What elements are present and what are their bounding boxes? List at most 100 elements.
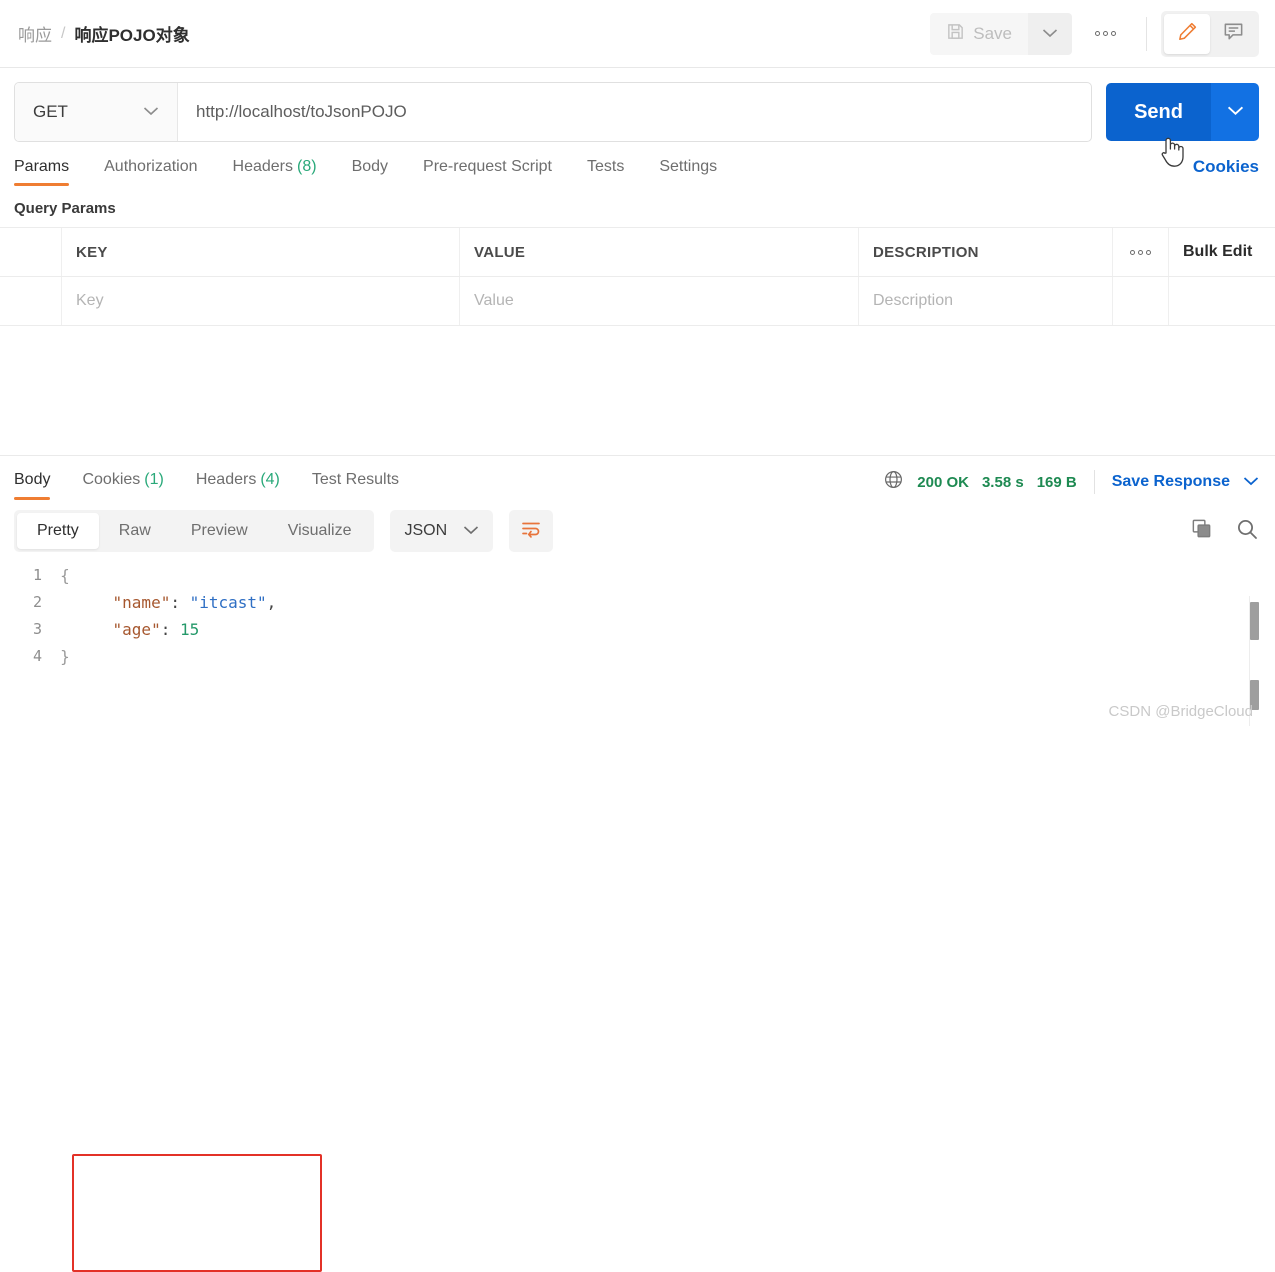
fold-marker[interactable]: }	[56, 643, 74, 670]
row-key-input[interactable]: Key	[62, 277, 460, 325]
params-more-button[interactable]	[1113, 228, 1169, 276]
response-tab-test-results[interactable]: Test Results	[312, 471, 399, 500]
breadcrumb-parent[interactable]: 响应	[18, 21, 52, 46]
breadcrumb-current: 响应POJO对象	[74, 26, 190, 45]
response-tabs: Body Cookies (1) Headers (4) Test Results …	[0, 456, 1275, 502]
code-line-content: "name": "itcast",	[112, 593, 277, 612]
save-button[interactable]: Save	[930, 12, 1028, 55]
bulk-edit-button[interactable]: Bulk Edit	[1169, 228, 1275, 276]
tab-settings-label: Settings	[659, 158, 718, 175]
view-mode-visualize[interactable]: Visualize	[268, 513, 372, 549]
response-tab-headers[interactable]: Headers (4)	[196, 471, 280, 500]
response-tab-cookies[interactable]: Cookies (1)	[82, 471, 163, 500]
comment-icon	[1222, 20, 1245, 48]
send-dropdown-button[interactable]	[1211, 83, 1259, 141]
chevron-down-icon	[1042, 25, 1058, 43]
http-method-label: GET	[33, 102, 68, 121]
tab-params-label: Params	[14, 158, 70, 175]
chevron-down-icon	[463, 522, 479, 540]
tab-pre-request-script[interactable]: Pre-request Script	[423, 152, 552, 186]
query-params-table: KEY VALUE DESCRIPTION Bulk Edit Key Valu…	[0, 227, 1275, 326]
cookies-link[interactable]: Cookies	[1193, 157, 1259, 177]
url-input[interactable]: http://localhost/toJsonPOJO	[178, 83, 1091, 141]
tab-authorization-label: Authorization	[104, 158, 198, 175]
chevron-down-icon	[143, 103, 159, 121]
response-view-mode-group: Pretty Raw Preview Visualize	[14, 510, 375, 552]
code-line: 1 {	[0, 562, 1275, 589]
line-number: 1	[32, 566, 42, 584]
tab-params[interactable]: Params	[14, 152, 70, 186]
view-mode-preview[interactable]: Preview	[171, 513, 268, 549]
table-header-row: KEY VALUE DESCRIPTION Bulk Edit	[0, 228, 1275, 277]
chevron-down-icon	[1227, 103, 1244, 121]
scrollbar-thumb[interactable]	[1250, 602, 1259, 640]
annotation-highlight-rect	[72, 1154, 322, 1272]
line-number: 3	[32, 620, 42, 638]
response-toolbar: Pretty Raw Preview Visualize JSON	[0, 502, 1275, 552]
chevron-down-icon[interactable]	[1243, 473, 1259, 491]
pencil-icon	[1176, 20, 1199, 48]
search-icon[interactable]	[1235, 517, 1259, 546]
word-wrap-button[interactable]	[509, 510, 554, 552]
response-tab-test-results-label: Test Results	[311, 470, 400, 488]
view-mode-pretty-label: Pretty	[37, 522, 79, 539]
word-wrap-icon	[519, 518, 543, 545]
tab-authorization[interactable]: Authorization	[104, 152, 197, 186]
view-mode-raw[interactable]: Raw	[99, 513, 171, 549]
column-header-value-label: VALUE	[474, 243, 526, 261]
tab-body-label: Body	[351, 158, 389, 175]
column-header-description-label: DESCRIPTION	[873, 243, 979, 261]
tab-headers-label: Headers	[232, 158, 293, 175]
column-header-key-label: KEY	[76, 243, 108, 261]
response-tab-cookies-label: Cookies	[82, 470, 141, 488]
fold-marker[interactable]: {	[56, 562, 74, 589]
view-mode-preview-label: Preview	[190, 522, 248, 539]
tab-headers-count: (8)	[297, 158, 317, 175]
header-divider	[1146, 16, 1147, 51]
fold-marker	[56, 589, 74, 616]
header-actions: Save	[930, 10, 1259, 57]
copy-icon[interactable]	[1190, 517, 1213, 545]
row-key-placeholder: Key	[76, 292, 104, 309]
tab-body[interactable]: Body	[352, 152, 388, 186]
column-header-value: VALUE	[460, 228, 859, 276]
response-body-viewer[interactable]: 1 { 2 "name": "itcast", 3 "age": 15 4 }	[0, 552, 1275, 1272]
edit-mode-button[interactable]	[1164, 13, 1210, 54]
response-format-select[interactable]: JSON	[390, 510, 494, 552]
row-description-input[interactable]: Description	[859, 277, 1113, 325]
comment-button[interactable]	[1210, 14, 1256, 54]
response-format-label: JSON	[404, 522, 448, 539]
tab-settings[interactable]: Settings	[659, 152, 717, 186]
save-response-button[interactable]: Save Response	[1112, 473, 1230, 491]
row-select-cell[interactable]	[0, 277, 62, 325]
ellipsis-icon	[1094, 31, 1116, 36]
code-line: 3 "age": 15	[0, 616, 1275, 643]
row-description-placeholder: Description	[873, 292, 954, 309]
view-mode-pretty[interactable]: Pretty	[17, 513, 99, 549]
table-row: Key Value Description	[0, 277, 1275, 325]
row-spacer-b	[1169, 277, 1275, 325]
watermark: CSDN @BridgeCloud	[1108, 703, 1253, 720]
tab-tests[interactable]: Tests	[587, 152, 624, 186]
save-dropdown-button[interactable]	[1028, 12, 1072, 55]
url-input-wrapper: GET http://localhost/toJsonPOJO	[14, 82, 1093, 142]
request-tabs: Params Authorization Headers (8) Body Pre…	[0, 142, 1275, 186]
column-header-description: DESCRIPTION	[859, 228, 1113, 276]
header-more-button[interactable]	[1078, 13, 1132, 55]
breadcrumb-separator: /	[61, 24, 66, 42]
response-tab-cookies-count: (1)	[144, 470, 164, 488]
response-tab-headers-count: (4)	[260, 470, 280, 488]
row-value-placeholder: Value	[474, 292, 514, 309]
mouse-cursor-hand-icon	[1157, 133, 1191, 169]
column-header-key: KEY	[62, 228, 460, 276]
http-method-select[interactable]: GET	[15, 83, 178, 141]
select-all-cell	[0, 228, 62, 276]
floppy-disk-icon	[946, 22, 965, 46]
view-mode-raw-label: Raw	[118, 522, 151, 539]
row-spacer-a	[1113, 277, 1169, 325]
response-tab-body[interactable]: Body	[14, 471, 51, 500]
ellipsis-icon	[1130, 249, 1151, 255]
request-url-bar: GET http://localhost/toJsonPOJO Send	[0, 68, 1275, 142]
tab-headers[interactable]: Headers (8)	[233, 152, 317, 186]
row-value-input[interactable]: Value	[460, 277, 859, 325]
